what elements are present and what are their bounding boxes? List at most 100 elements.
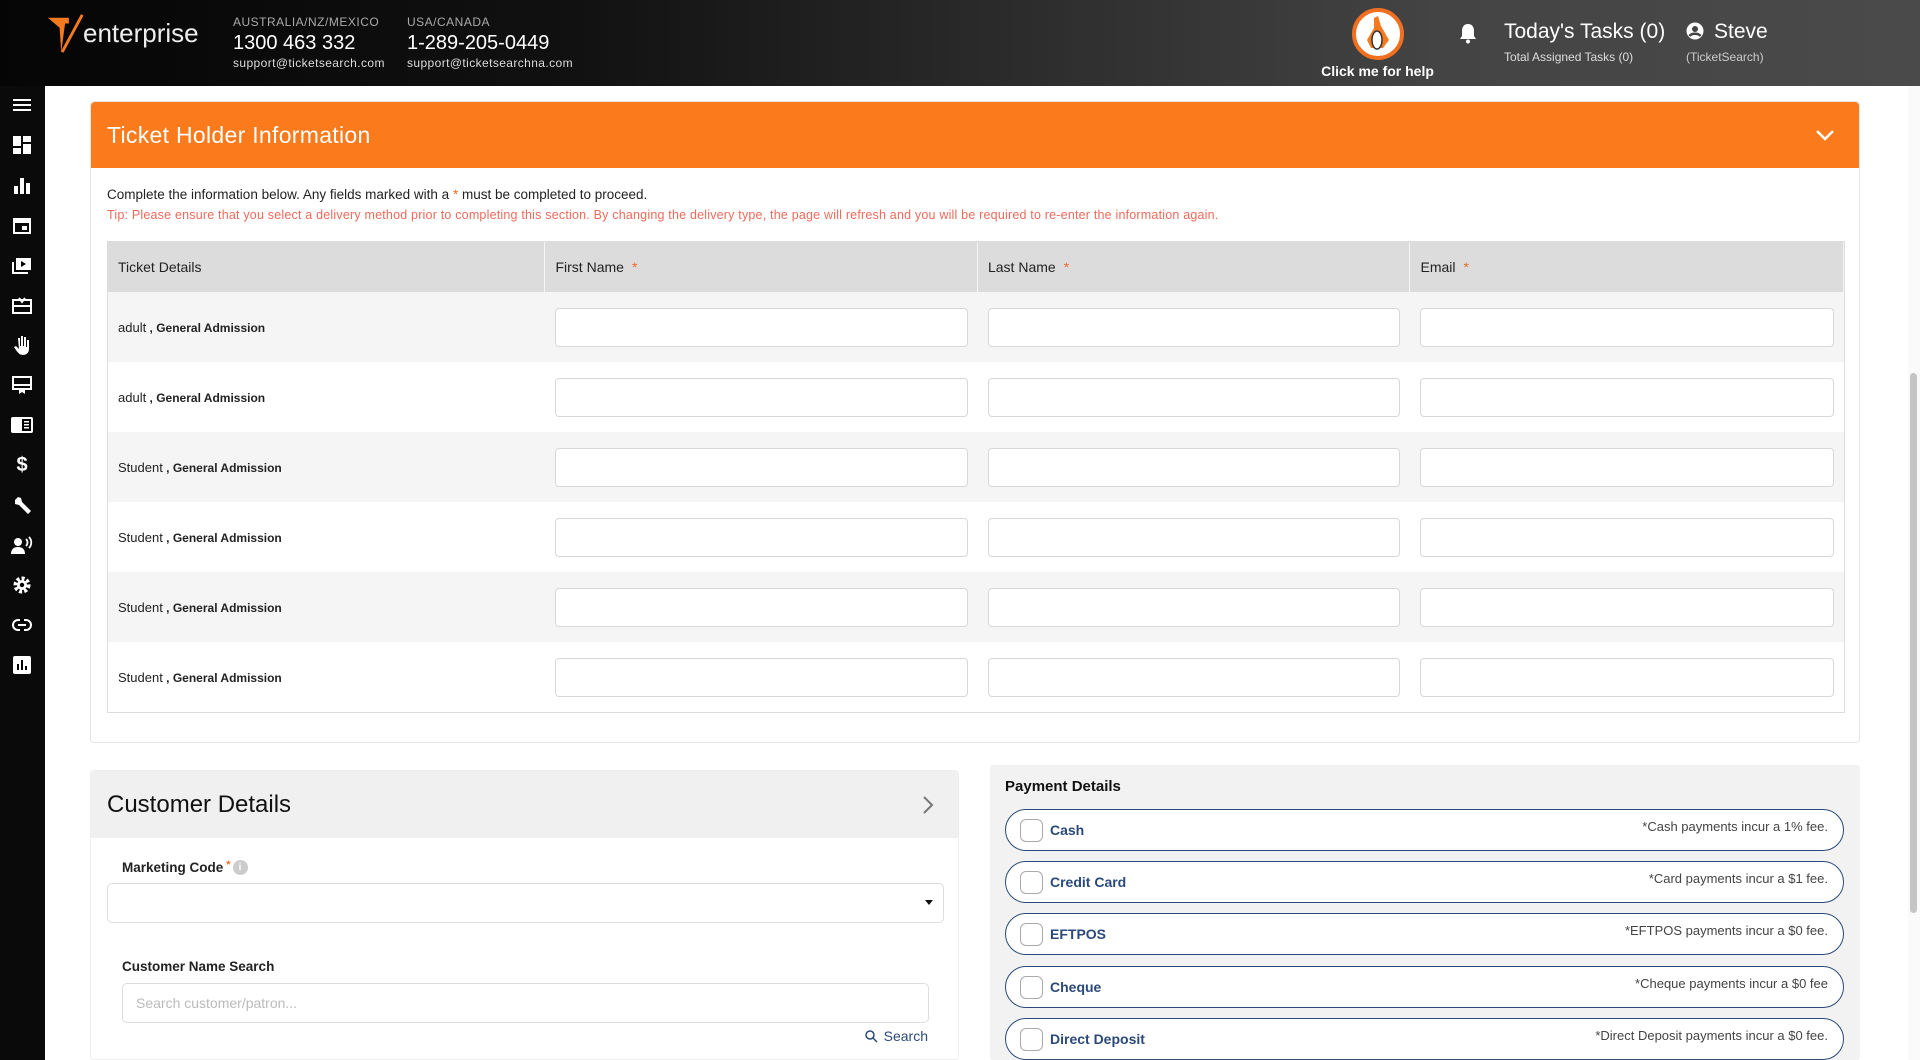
- search-button[interactable]: Search: [864, 1028, 928, 1044]
- media-icon[interactable]: [10, 253, 34, 277]
- chevron-right-icon[interactable]: [922, 795, 934, 815]
- reader-icon[interactable]: [10, 413, 34, 437]
- customer-search-input[interactable]: [122, 983, 929, 1023]
- checkbox[interactable]: [1020, 1027, 1043, 1051]
- link-icon[interactable]: [10, 613, 34, 637]
- user-name: Steve: [1714, 20, 1768, 43]
- last-name-input[interactable]: [987, 447, 1401, 487]
- search-icon: [864, 1029, 878, 1043]
- instructions-text: Complete the information below. Any fiel…: [107, 187, 453, 202]
- top-header: enterprise AUSTRALIA/NZ/MEXICO 1300 463 …: [0, 0, 1920, 86]
- last-name-input[interactable]: [987, 377, 1401, 417]
- table-row: Student , General Admission: [108, 502, 1844, 572]
- ticket-details: Student , General Admission: [118, 669, 282, 685]
- report-icon[interactable]: [10, 653, 34, 677]
- contact-au: AUSTRALIA/NZ/MEXICO 1300 463 332 support…: [233, 15, 385, 70]
- first-name-input[interactable]: [555, 587, 968, 627]
- ticket-details: Student , General Admission: [118, 599, 282, 615]
- first-name-input[interactable]: [555, 447, 968, 487]
- help-mascot-icon: [1351, 8, 1404, 60]
- payment-option[interactable]: Cheque *Cheque payments incur a $0 fee: [1005, 965, 1844, 1008]
- logo-text: enterprise: [83, 17, 199, 48]
- checkbox[interactable]: [1020, 871, 1043, 895]
- last-name-input[interactable]: [987, 517, 1401, 557]
- payment-fee-note: *Cash payments incur a 1% fee.: [1642, 819, 1828, 834]
- table-header: Ticket Details First Name * Last Name * Em…: [108, 242, 1844, 292]
- col-first-name: First Name *: [545, 242, 978, 292]
- ticket-holder-card: Ticket Holder Information Complete the i…: [90, 101, 1860, 743]
- table-row: Student , General Admission: [108, 432, 1844, 502]
- first-name-input[interactable]: [555, 517, 968, 557]
- first-name-input[interactable]: [555, 377, 968, 417]
- last-name-input[interactable]: [987, 587, 1401, 627]
- payment-option[interactable]: Credit Card *Card payments incur a $1 fee…: [1005, 861, 1844, 904]
- help-label: Click me for help: [1321, 63, 1434, 79]
- caret-down-icon: [925, 900, 933, 905]
- tasks[interactable]: Today's Tasks (0) Total Assigned Tasks (…: [1504, 20, 1665, 64]
- email[interactable]: support@ticketsearchna.com: [407, 56, 573, 70]
- payment-option[interactable]: EFTPOS *EFTPOS payments incur a $0 fee.: [1005, 913, 1844, 956]
- ticket-details: Student , General Admission: [118, 459, 282, 475]
- email-input[interactable]: [1420, 307, 1834, 347]
- checkbox[interactable]: [1020, 819, 1043, 842]
- dashboard-icon[interactable]: [10, 133, 34, 157]
- dollar-icon[interactable]: $: [10, 453, 34, 477]
- checkbox[interactable]: [1020, 923, 1043, 947]
- search-label: Search: [883, 1028, 928, 1044]
- payment-details: Payment Details Cash *Cash payments incur…: [990, 765, 1860, 1060]
- payment-fee-note: *Card payments incur a $1 fee.: [1648, 871, 1828, 887]
- payment-option[interactable]: Cash *Cash payments incur a 1% fee.: [1005, 809, 1844, 851]
- last-name-input[interactable]: [987, 307, 1401, 347]
- email-input[interactable]: [1420, 517, 1834, 557]
- col-last-name: Last Name *: [978, 242, 1411, 292]
- payment-method-name: Cheque: [1050, 978, 1102, 995]
- payment-method-name: Direct Deposit: [1050, 1030, 1145, 1047]
- table-row: adult , General Admission: [108, 362, 1844, 432]
- user-org: (TicketSearch): [1686, 50, 1764, 64]
- section-title: Payment Details: [1005, 778, 1121, 795]
- region-label: AUSTRALIA/NZ/MEXICO: [233, 15, 380, 29]
- payment-option[interactable]: Direct Deposit *Direct Deposit payments i…: [1005, 1017, 1844, 1060]
- wrench-icon[interactable]: [10, 493, 34, 517]
- customer-search-label: Customer Name Search: [122, 959, 275, 974]
- ticket-details: adult , General Admission: [118, 389, 266, 405]
- voice-user-icon[interactable]: [10, 533, 34, 557]
- marketing-code-label: Marketing Code * i: [122, 859, 248, 875]
- col-ticket-details: Ticket Details: [108, 242, 546, 292]
- tv-logo-icon: [47, 14, 84, 53]
- first-name-input[interactable]: [555, 657, 968, 697]
- email-input[interactable]: [1420, 657, 1834, 697]
- bell-icon[interactable]: [1459, 22, 1477, 49]
- bar-chart-icon[interactable]: [10, 173, 34, 197]
- tasks-sub: Total Assigned Tasks (0): [1504, 50, 1634, 64]
- scrollbar[interactable]: [1908, 86, 1920, 1060]
- display-icon[interactable]: [10, 373, 34, 397]
- checkbox[interactable]: [1020, 975, 1043, 999]
- email-input[interactable]: [1420, 447, 1834, 487]
- table-row: Student , General Admission: [108, 572, 1844, 642]
- gear-icon[interactable]: [10, 573, 34, 597]
- first-name-input[interactable]: [555, 307, 968, 347]
- email-input[interactable]: [1420, 587, 1834, 627]
- last-name-input[interactable]: [987, 657, 1401, 697]
- sidebar: $: [0, 86, 45, 1060]
- chevron-down-icon[interactable]: [1815, 129, 1835, 141]
- calendar-icon[interactable]: [10, 213, 34, 237]
- gift-card-icon[interactable]: [10, 293, 34, 317]
- scrollbar-thumb[interactable]: [1910, 373, 1917, 913]
- email-input[interactable]: [1420, 377, 1834, 417]
- marketing-code-select[interactable]: [107, 883, 944, 923]
- customer-details-card: Customer Details Marketing Code * i Custom…: [90, 770, 959, 1060]
- user-icon: [1686, 22, 1704, 40]
- info-icon[interactable]: i: [232, 860, 248, 875]
- ticket-holder-header[interactable]: Ticket Holder Information: [91, 102, 1859, 168]
- user-menu[interactable]: Steve (TicketSearch): [1686, 20, 1768, 64]
- help-button[interactable]: Click me for help: [1310, 8, 1445, 79]
- menu-icon[interactable]: [10, 93, 34, 117]
- hand-icon[interactable]: [10, 333, 34, 357]
- logo[interactable]: enterprise: [45, 12, 199, 54]
- customer-details-header[interactable]: Customer Details: [91, 771, 958, 838]
- email[interactable]: support@ticketsearch.com: [233, 56, 385, 70]
- payment-method-name: Credit Card: [1050, 874, 1127, 891]
- ticket-holder-table: Ticket Details First Name * Last Name * Em…: [107, 241, 1845, 713]
